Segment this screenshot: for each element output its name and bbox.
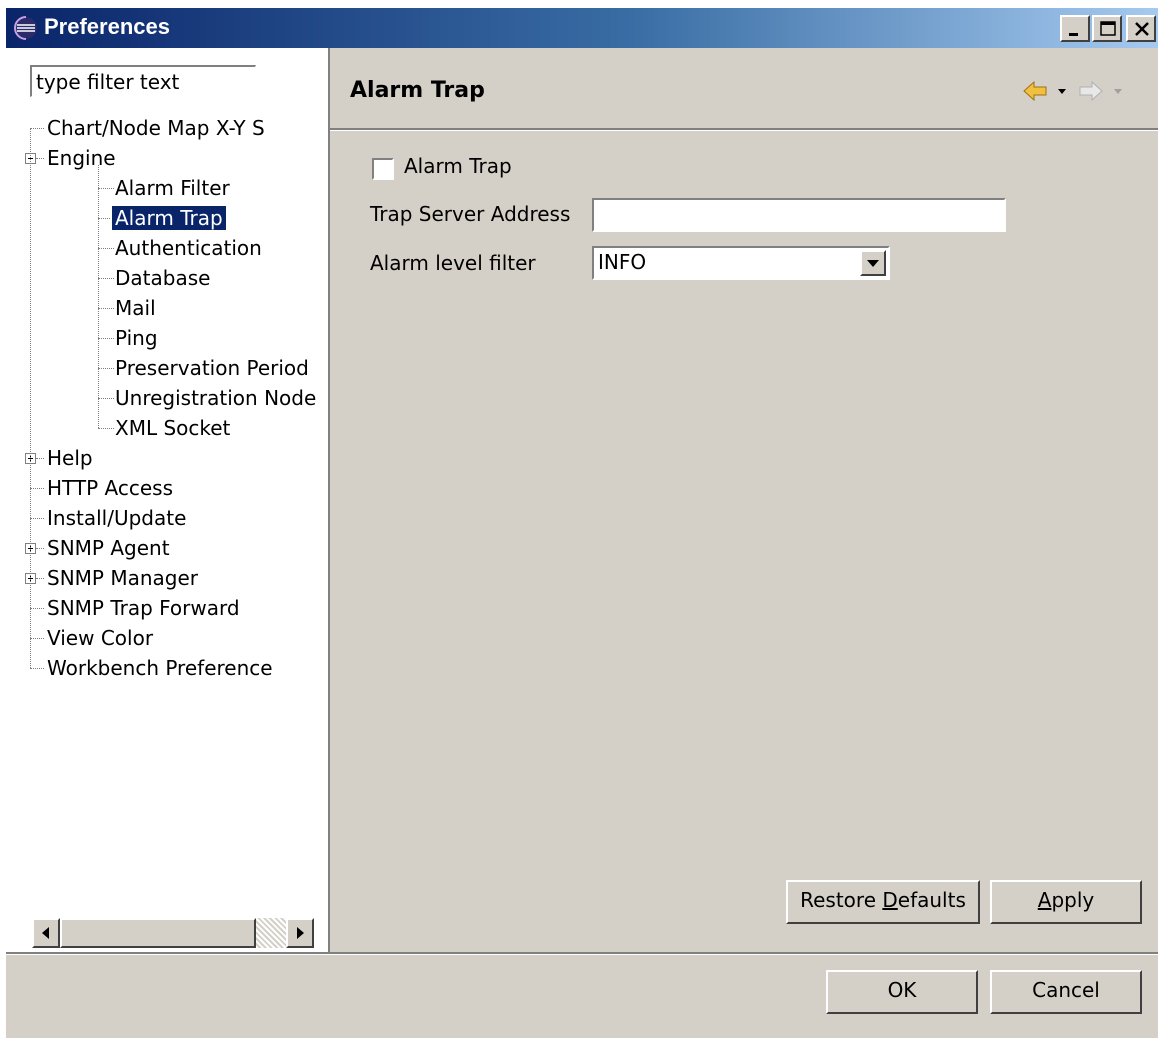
tree-item[interactable]: Help [44,443,96,473]
tree-item-label: Database [115,266,211,290]
apply-mnemonic: A [1037,888,1052,912]
cancel-button[interactable]: Cancel [990,970,1142,1014]
tree-item-label: SNMP Agent [47,536,170,560]
window-title: Preferences [44,14,170,39]
apply-button[interactable]: Apply [990,880,1142,924]
tree-connector [30,518,44,519]
tree-connector [98,165,99,428]
scroll-right-button[interactable] [286,918,314,948]
tree-item[interactable]: Ping [112,323,161,353]
scroll-thumb[interactable] [60,918,256,948]
tree-connector [36,578,44,579]
title-bar[interactable]: Preferences [6,8,1158,48]
preference-tree-panel: Chart/Node Map X-Y S Engine Alarm Filter Al… [6,48,328,952]
triangle-right-icon [297,927,304,939]
tree-item-label: XML Socket [115,416,231,440]
tree-item-label: Preservation Period [115,356,309,380]
alarm-level-filter-label: Alarm level filter [370,251,536,275]
tree-item[interactable]: View Color [44,623,156,653]
tree-connector [36,548,44,549]
tree-item-label: Unregistration Node [115,386,317,410]
triangle-down-icon [867,260,879,267]
back-dropdown-icon[interactable] [1058,89,1066,94]
tree-connector [30,638,44,639]
tree-item[interactable]: SNMP Manager [44,563,201,593]
panel-divider[interactable] [328,48,330,952]
tree-item[interactable]: Authentication [112,233,265,263]
back-arrow-icon[interactable] [1023,80,1047,102]
tree-item-label: Help [47,446,93,470]
bottom-separator-highlight [6,954,1158,955]
tree-connector [30,608,44,609]
ok-button[interactable]: OK [826,970,978,1014]
page-header: Alarm Trap [330,48,1158,128]
tree-item-label: Install/Update [47,506,187,530]
tree-item[interactable]: Database [112,263,213,293]
close-button[interactable] [1126,15,1156,42]
tree-item[interactable]: Alarm Trap [111,203,227,233]
scroll-track[interactable] [256,918,286,948]
tree-item[interactable]: Workbench Preference [44,653,276,683]
tree-item-label: SNMP Trap Forward [47,596,240,620]
tree-item[interactable]: XML Socket [112,413,233,443]
tree-item-label: View Color [47,626,154,650]
tree-item-label: HTTP Access [47,476,174,500]
restore-defaults-mnemonic: D [882,888,898,912]
scroll-left-button[interactable] [32,918,60,948]
filter-input[interactable] [30,65,256,97]
tree-item-label: Chart/Node Map X-Y S [47,116,265,140]
tree-connector [36,458,44,459]
tree-connector [30,128,44,129]
trap-server-address-label: Trap Server Address [370,202,571,226]
tree-item[interactable]: SNMP Trap Forward [44,593,243,623]
apply-label-post: pply [1051,888,1095,912]
tree-item[interactable]: HTTP Access [44,473,176,503]
tree-item[interactable]: Engine [44,143,119,173]
restore-defaults-label-pre: Restore [800,888,883,912]
maximize-button[interactable] [1092,15,1122,42]
tree-item[interactable]: SNMP Agent [44,533,173,563]
tree-item[interactable]: Mail [112,293,159,323]
eclipse-icon [14,16,37,40]
tree-item[interactable]: Preservation Period [112,353,312,383]
tree-horizontal-scrollbar[interactable] [32,918,314,948]
tree-connector [36,158,44,159]
tree-item-label: SNMP Manager [47,566,198,590]
maximize-icon [1100,21,1116,36]
restore-defaults-button[interactable]: Restore Defaults [786,880,980,924]
close-icon [1135,22,1149,36]
triangle-left-icon [42,927,49,939]
alarm-trap-checkbox[interactable] [372,158,394,180]
alarm-trap-checkbox-label[interactable]: Alarm Trap [404,154,512,178]
tree-item[interactable]: Alarm Filter [112,173,233,203]
forward-arrow-icon[interactable] [1079,80,1103,102]
minimize-icon [1069,33,1078,36]
alarm-level-filter-value: INFO [598,250,647,274]
tree-item[interactable]: Chart/Node Map X-Y S [44,113,268,143]
page-title: Alarm Trap [350,78,485,103]
tree-item-label: Authentication [115,236,262,260]
header-divider-highlight [330,130,1158,131]
tree-item-label: Ping [115,326,158,350]
alarm-level-filter-select[interactable]: INFO [592,246,890,280]
tree-item-label: Engine [47,146,116,170]
tree-item-label: Alarm Filter [115,176,230,200]
tree-item[interactable]: Unregistration Node [112,383,319,413]
preferences-window: Preferences Chart/Node Map X-Y S Engine Al… [6,8,1158,1038]
preference-tree: Chart/Node Map X-Y S Engine Alarm Filter Al… [6,113,328,893]
restore-defaults-label-post: efaults [897,888,966,912]
tree-connector [30,128,31,668]
tree-item-label: Mail [115,296,156,320]
trap-server-address-input[interactable] [592,198,1006,232]
forward-dropdown-icon[interactable] [1114,89,1122,94]
tree-connector [30,668,44,669]
tree-item-label: Alarm Trap [111,205,227,231]
tree-item[interactable]: Install/Update [44,503,189,533]
tree-connector [30,488,44,489]
dropdown-button[interactable] [860,250,886,276]
tree-item-label: Workbench Preference [47,656,273,680]
navigation-controls [1023,80,1122,102]
minimize-button[interactable] [1060,15,1090,42]
